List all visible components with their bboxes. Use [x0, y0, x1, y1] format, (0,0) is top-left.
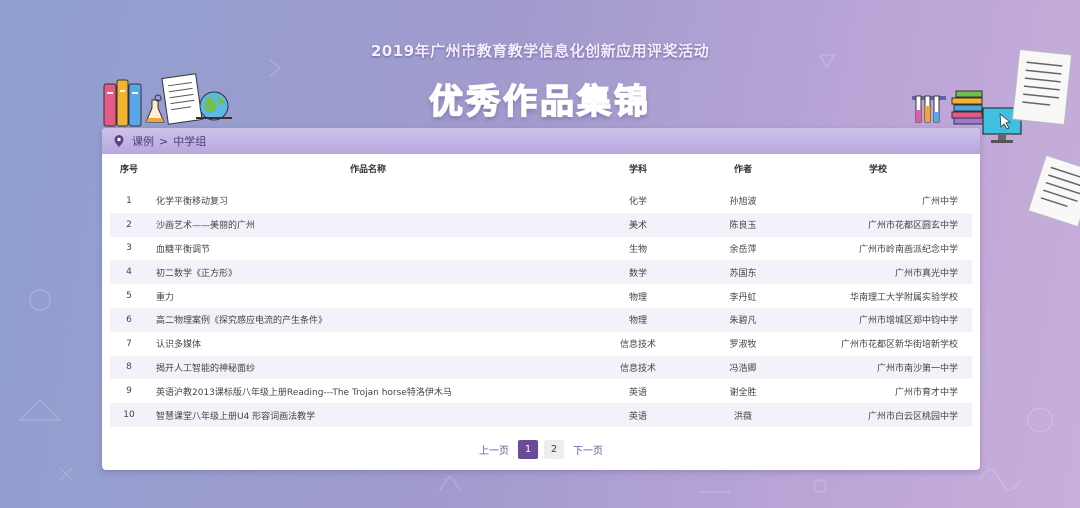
table-row[interactable]: 3 血糖平衡调节 生物 余岳萍 广州市岭南画派纪念中学: [110, 237, 972, 261]
cell-num: 8: [126, 362, 132, 373]
cell-school: 广州市岭南画派纪念中学: [858, 244, 958, 255]
cell-num: 6: [126, 314, 132, 325]
cell-author: 孙旭波: [729, 197, 757, 208]
header-school: 学校: [868, 164, 887, 175]
cell-subject: 物理: [628, 292, 647, 303]
cell-author: 苏国东: [729, 268, 757, 279]
table-row[interactable]: 10 智慧课堂八年级上册U4 形容词画法教学 英语 洪薇 广州市白云区桃园中学: [110, 403, 972, 427]
table-row[interactable]: 5 重力 物理 李丹虹 华南理工大学附属实验学校: [110, 284, 972, 308]
page-2-button[interactable]: 2: [544, 440, 564, 459]
cell-work-name[interactable]: 高二物理案例《探究感应电流的产生条件》: [148, 308, 588, 332]
cell-num: 7: [126, 338, 132, 349]
cell-subject: 信息技术: [619, 363, 656, 374]
paper-sheet-icon: [1027, 154, 1080, 228]
cell-num: 3: [126, 243, 132, 254]
header-subject: 学科: [628, 164, 647, 175]
cell-work-name[interactable]: 沙画艺术——美丽的广州: [148, 213, 588, 237]
cell-subject: 物理: [628, 316, 647, 327]
cell-num: 4: [126, 267, 132, 278]
table-row[interactable]: 9 英语沪教2013课标版八年级上册Reading---The Trojan ho…: [110, 379, 972, 403]
cell-subject: 生物: [628, 244, 647, 255]
cell-school: 广州市育才中学: [894, 387, 958, 398]
cell-num: 10: [123, 410, 135, 421]
cell-author: 李丹虹: [729, 292, 757, 303]
table-row[interactable]: 7 认识多媒体 信息技术 罗淑牧 广州市花都区新华街培新学校: [110, 332, 972, 356]
title-char: 优: [428, 81, 466, 123]
title-char: 集: [576, 81, 614, 123]
breadcrumb: 课例 > 中学组: [102, 128, 980, 154]
breadcrumb-separator: >: [159, 134, 169, 148]
cell-school: 广州市真光中学: [894, 268, 958, 279]
cell-school: 广州市增城区郑中钧中学: [858, 316, 958, 327]
cell-subject: 英语: [628, 387, 647, 398]
cell-subject: 化学: [628, 197, 647, 208]
table-row[interactable]: 4 初二数学《正方形》 数学 苏国东 广州市真光中学: [110, 260, 972, 285]
cell-school: 广州市南沙第一中学: [876, 363, 958, 374]
cell-work-name[interactable]: 揭开人工智能的神秘面纱: [148, 356, 588, 380]
breadcrumb-current: 中学组: [173, 135, 207, 148]
cell-num: 9: [126, 386, 132, 397]
table-body: 1 化学平衡移动复习 化学 孙旭波 广州中学 2 沙画艺术——美丽的广州 美术 陈良玉 广州市花都…: [110, 182, 972, 427]
cell-author: 余岳萍: [729, 244, 757, 255]
table-row[interactable]: 6 高二物理案例《探究感应电流的产生条件》 物理 朱碧凡 广州市增城区郑中钧中学: [110, 307, 972, 332]
pagination: 上一页 1 2 下一页: [102, 440, 980, 459]
cell-author: 朱碧凡: [729, 316, 757, 327]
table-spacer: [110, 182, 972, 189]
page-title: 优秀作品集锦: [0, 74, 1080, 123]
breadcrumb-root[interactable]: 课例: [132, 133, 154, 149]
title-char: 作: [502, 81, 540, 123]
cell-school: 广州市白云区桃园中学: [867, 411, 958, 422]
cell-school: 华南理工大学附属实验学校: [849, 292, 958, 303]
cell-num: 5: [126, 291, 132, 302]
cell-school: 广州市花都区新华街培新学校: [840, 340, 958, 351]
header-name: 作品名称: [349, 164, 386, 175]
cell-author: 陈良玉: [729, 221, 757, 232]
prev-page-link[interactable]: 上一页: [476, 442, 512, 457]
cell-work-name[interactable]: 智慧课堂八年级上册U4 形容词画法教学: [148, 403, 588, 427]
cell-subject: 信息技术: [619, 340, 656, 351]
cell-author: 罗淑牧: [729, 340, 757, 351]
cell-num: 2: [126, 219, 132, 230]
cell-work-name[interactable]: 化学平衡移动复习: [148, 189, 588, 213]
event-subtitle: 2019年广州市教育教学信息化创新应用评奖活动: [370, 42, 710, 60]
cell-subject: 数学: [628, 268, 647, 279]
cell-subject: 美术: [628, 221, 647, 232]
title-char: 品: [539, 81, 577, 123]
title-char: 秀: [465, 81, 503, 123]
cell-work-name[interactable]: 认识多媒体: [148, 332, 588, 356]
cell-work-name[interactable]: 重力: [148, 284, 588, 308]
page-1-button[interactable]: 1: [518, 440, 538, 459]
cell-author: 冯浩卿: [729, 363, 757, 374]
cell-school: 广州中学: [921, 197, 958, 208]
cell-num: 1: [126, 195, 132, 206]
header-num: 序号: [119, 164, 138, 175]
table-header-row: 序号 作品名称 学科 作者 学校: [110, 154, 972, 182]
cell-author: 谢全胜: [729, 387, 757, 398]
table-row[interactable]: 1 化学平衡移动复习 化学 孙旭波 广州中学: [110, 189, 972, 213]
location-pin-icon: [114, 135, 124, 147]
table-row[interactable]: 2 沙画艺术——美丽的广州 美术 陈良玉 广州市花都区圆玄中学: [110, 212, 972, 237]
next-page-link[interactable]: 下一页: [570, 442, 606, 457]
title-char: 锦: [613, 81, 651, 123]
works-table: 序号 作品名称 学科 作者 学校 1 化学平衡移动复习 化学 孙旭波 广州中学 2 沙画艺术…: [110, 154, 972, 427]
cell-work-name[interactable]: 英语沪教2013课标版八年级上册Reading---The Trojan hor…: [148, 379, 588, 403]
header-author: 作者: [733, 164, 752, 175]
cell-subject: 英语: [628, 411, 647, 422]
table-row[interactable]: 8 揭开人工智能的神秘面纱 信息技术 冯浩卿 广州市南沙第一中学: [110, 355, 972, 380]
works-panel: 课例 > 中学组 序号 作品名称 学科 作者 学校 1 化学平衡移动复习 化学 孙旭波…: [102, 128, 980, 470]
cell-work-name[interactable]: 初二数学《正方形》: [148, 260, 588, 284]
cell-author: 洪薇: [733, 411, 752, 422]
cell-school: 广州市花都区圆玄中学: [867, 221, 958, 232]
cell-work-name[interactable]: 血糖平衡调节: [148, 237, 588, 261]
